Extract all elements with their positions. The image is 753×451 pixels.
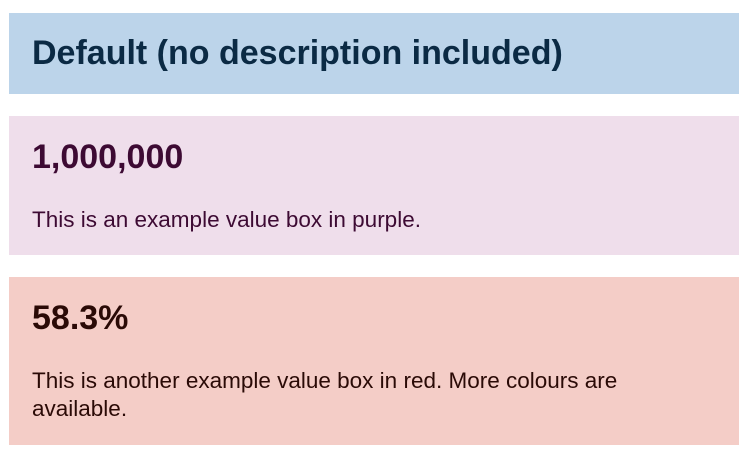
value-box-value: 1,000,000 [32,138,184,176]
value-box-purple: 1,000,000 This is an example value box i… [9,116,739,255]
value-box-default: Default (no description included) [9,13,739,94]
value-box-value: 58.3% [32,299,129,337]
value-box-description: This is an example value box in purple. [32,207,421,232]
value-box-title: Default (no description included) [32,34,563,72]
value-box-description: This is another example value box in red… [32,368,618,421]
value-box-red: 58.3% This is another example value box … [9,277,739,445]
